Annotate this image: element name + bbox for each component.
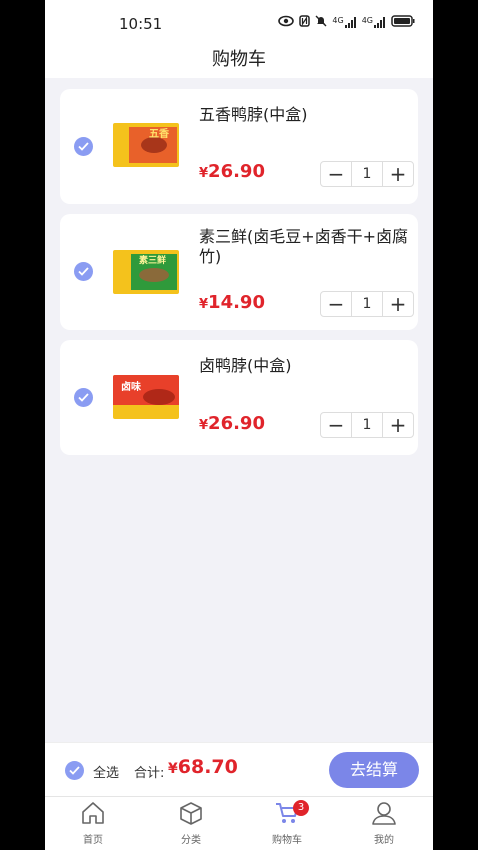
cart-item: 五香 五香鸭脖(中盒) ¥26.90 − 1 +: [60, 89, 418, 204]
phone-screen: 10:51 4G 4G 购物车 五香 五香鸭脖(中盒) ¥26.90 − 1 +…: [45, 0, 433, 850]
tab-bar: 首页 分类 3 购物车 我的: [45, 796, 433, 850]
increase-button[interactable]: +: [383, 413, 413, 437]
product-image[interactable]: 五香: [113, 123, 179, 167]
status-time: 10:51: [119, 15, 163, 33]
product-name[interactable]: 卤鸭脖(中盒): [199, 356, 414, 376]
tab-profile[interactable]: 我的: [354, 801, 414, 846]
check-icon: [78, 142, 89, 151]
nav-bar: 购物车: [45, 46, 433, 78]
quantity-stepper: − 1 +: [320, 161, 414, 187]
product-image[interactable]: 素三鲜: [113, 250, 179, 294]
checkout-bar: 全选 合计: ¥68.70 去结算: [45, 742, 433, 797]
signal-icon: 4G: [332, 17, 356, 28]
select-all-label[interactable]: 全选: [93, 762, 119, 781]
select-all-checkbox[interactable]: [65, 761, 84, 780]
eye-icon: [278, 15, 295, 30]
quantity-stepper: − 1 +: [320, 412, 414, 438]
box-icon: [180, 802, 202, 825]
quantity-value[interactable]: 1: [351, 162, 383, 186]
cart-badge: 3: [293, 800, 309, 816]
signal-icon-2: 4G: [362, 17, 386, 28]
plus-icon: +: [389, 413, 407, 437]
total-label: 合计:: [134, 766, 165, 781]
total-amount: ¥68.70: [168, 756, 238, 778]
checkout-button[interactable]: 去结算: [329, 752, 419, 788]
mute-icon: [315, 15, 327, 30]
page-title: 购物车: [212, 49, 266, 70]
plus-icon: +: [389, 162, 407, 186]
item-checkbox[interactable]: [74, 137, 93, 156]
minus-icon: −: [327, 162, 345, 186]
item-checkbox[interactable]: [74, 262, 93, 281]
home-icon: [82, 802, 104, 824]
product-price: ¥26.90: [199, 413, 265, 434]
product-name[interactable]: 五香鸭脖(中盒): [199, 105, 414, 125]
product-image[interactable]: 卤味: [113, 375, 179, 419]
minus-icon: −: [327, 292, 345, 316]
battery-icon: [391, 15, 415, 30]
check-icon: [78, 267, 89, 276]
nfc-icon: [299, 15, 311, 30]
tab-category[interactable]: 分类: [161, 801, 221, 846]
product-price: ¥14.90: [199, 292, 265, 313]
check-icon: [78, 393, 89, 402]
increase-button[interactable]: +: [383, 292, 413, 316]
status-bar: 10:51 4G 4G: [45, 0, 433, 46]
cart-item: 素三鲜 素三鲜(卤毛豆+卤香干+卤腐竹) ¥14.90 − 1 +: [60, 214, 418, 330]
minus-icon: −: [327, 413, 345, 437]
cart-item: 卤味 卤鸭脖(中盒) ¥26.90 − 1 +: [60, 340, 418, 455]
decrease-button[interactable]: −: [321, 292, 351, 316]
quantity-stepper: − 1 +: [320, 291, 414, 317]
quantity-value[interactable]: 1: [351, 413, 383, 437]
tab-cart[interactable]: 3 购物车: [257, 800, 317, 846]
product-name[interactable]: 素三鲜(卤毛豆+卤香干+卤腐竹): [199, 227, 414, 267]
plus-icon: +: [389, 292, 407, 316]
quantity-value[interactable]: 1: [351, 292, 383, 316]
user-icon: [372, 802, 396, 825]
tab-home[interactable]: 首页: [63, 801, 123, 846]
increase-button[interactable]: +: [383, 162, 413, 186]
decrease-button[interactable]: −: [321, 162, 351, 186]
decrease-button[interactable]: −: [321, 413, 351, 437]
status-icons: 4G 4G: [278, 15, 415, 30]
check-icon: [69, 766, 80, 775]
item-checkbox[interactable]: [74, 388, 93, 407]
product-price: ¥26.90: [199, 161, 265, 182]
